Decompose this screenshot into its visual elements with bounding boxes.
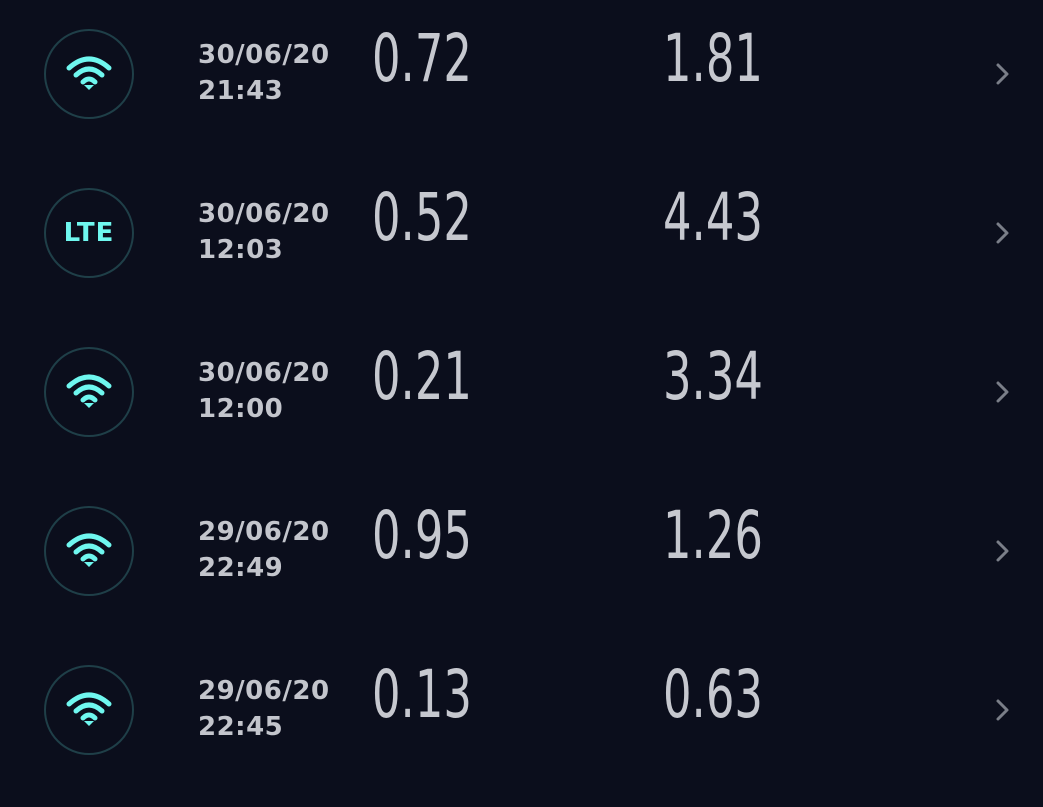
chevron-right-icon: [996, 222, 1009, 244]
download-value: 0.72: [372, 20, 472, 97]
wifi-icon: [66, 533, 112, 567]
result-row[interactable]: 30/06/20 21:43 0.72 1.81: [0, 0, 1043, 159]
connection-badge: [44, 665, 134, 755]
connection-badge: LTE: [44, 188, 134, 278]
wifi-icon: [66, 692, 112, 726]
upload-value: 1.26: [663, 497, 763, 574]
download-value: 0.52: [372, 179, 472, 256]
upload-value: 3.34: [663, 338, 763, 415]
result-date: 29/06/20: [198, 676, 330, 706]
result-row[interactable]: 30/06/20 12:00 0.21 3.34: [0, 318, 1043, 477]
download-value: 0.21: [372, 338, 472, 415]
chevron-right-icon: [996, 381, 1009, 403]
result-time: 22:45: [198, 712, 284, 742]
connection-badge: [44, 29, 134, 119]
wifi-icon: [66, 374, 112, 408]
download-value: 0.13: [372, 656, 472, 733]
result-date: 30/06/20: [198, 40, 330, 70]
upload-value: 0.63: [663, 656, 763, 733]
result-row[interactable]: LTE 30/06/20 12:03 0.52 4.43: [0, 159, 1043, 318]
upload-value: 4.43: [663, 179, 763, 256]
lte-icon: LTE: [63, 218, 115, 248]
result-time: 22:49: [198, 553, 284, 583]
result-time: 21:43: [198, 76, 284, 106]
result-date: 29/06/20: [198, 517, 330, 547]
connection-badge: [44, 347, 134, 437]
connection-badge: [44, 506, 134, 596]
result-time: 12:00: [198, 394, 284, 424]
chevron-right-icon: [996, 540, 1009, 562]
result-date: 30/06/20: [198, 358, 330, 388]
result-time: 12:03: [198, 235, 284, 265]
wifi-icon: [66, 56, 112, 90]
result-row[interactable]: 29/06/20 22:45 0.13 0.63: [0, 636, 1043, 795]
chevron-right-icon: [996, 63, 1009, 85]
chevron-right-icon: [996, 699, 1009, 721]
download-value: 0.95: [372, 497, 472, 574]
result-date: 30/06/20: [198, 199, 330, 229]
results-list: 30/06/20 21:43 0.72 1.81 LTE 30/06/20 12…: [0, 0, 1043, 807]
upload-value: 1.81: [663, 20, 763, 97]
result-row[interactable]: 29/06/20 22:49 0.95 1.26: [0, 477, 1043, 636]
